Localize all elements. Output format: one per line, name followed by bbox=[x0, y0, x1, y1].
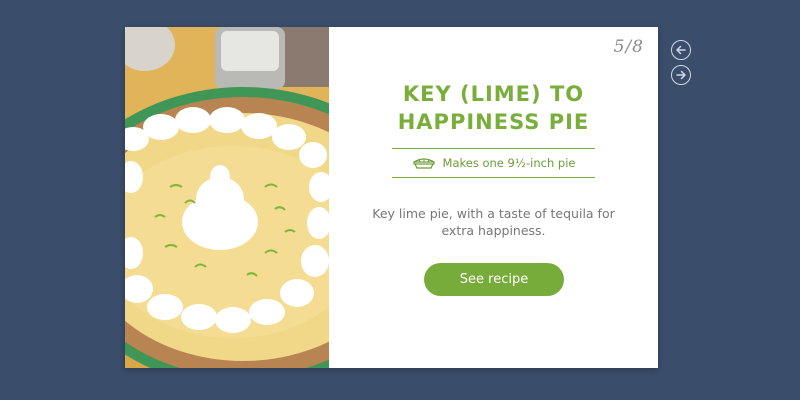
recipe-content: 5/8 KEY (LIME) TO HAPPINESS PIE Makes on… bbox=[329, 27, 658, 368]
recipe-yield: Makes one 9½-inch pie bbox=[392, 148, 595, 178]
see-recipe-button[interactable]: See recipe bbox=[424, 263, 564, 296]
recipe-title-line-2: HAPPINESS PIE bbox=[397, 110, 590, 134]
arrow-right-circle-icon bbox=[675, 66, 687, 85]
arrow-left-circle-icon bbox=[675, 41, 687, 60]
previous-slide-button[interactable] bbox=[671, 40, 691, 60]
recipe-yield-text: Makes one 9½-inch pie bbox=[442, 156, 576, 170]
recipe-description: Key lime pie, with a taste of tequila fo… bbox=[372, 206, 615, 238]
pie-icon bbox=[412, 154, 436, 173]
recipe-title: KEY (LIME) TO HAPPINESS PIE bbox=[329, 80, 658, 136]
recipe-title-line-1: KEY (LIME) TO bbox=[402, 82, 585, 106]
slide-counter: 5/8 bbox=[613, 37, 644, 57]
recipe-card: 5/8 KEY (LIME) TO HAPPINESS PIE Makes on… bbox=[125, 27, 658, 368]
recipe-photo bbox=[125, 27, 329, 368]
next-slide-button[interactable] bbox=[671, 65, 691, 85]
